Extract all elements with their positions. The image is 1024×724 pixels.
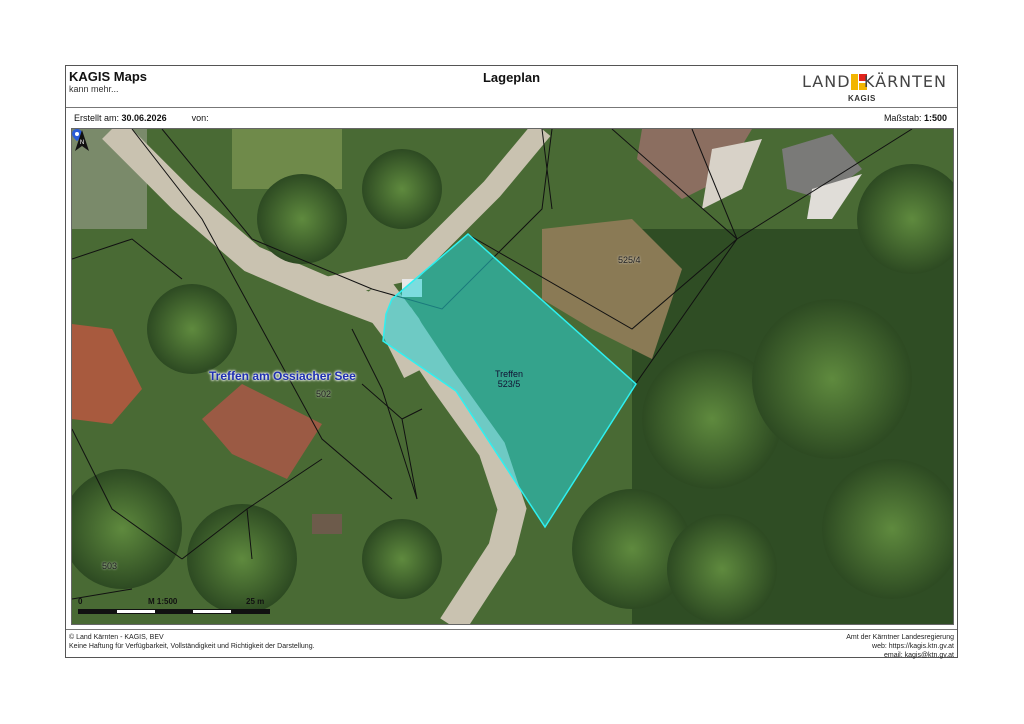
scale-value: 1:500 [923, 113, 947, 123]
aerial-map[interactable]: Treffen am Ossiacher See 525/4 502 503 T… [71, 128, 954, 625]
parcel-label-502: 502 [316, 389, 332, 399]
logo-subtext: KAGIS [848, 94, 876, 103]
scale-start-label: 0 [78, 597, 83, 606]
scale-bar-graphic [78, 609, 270, 614]
footer: © Land Kärnten - KAGIS, BEV Keine Haftun… [66, 631, 957, 659]
target-name: Treffen [495, 369, 524, 379]
meta-created: Erstellt am: 30.06.2026 von: [74, 113, 209, 123]
created-date: 30.06.2026 [121, 113, 167, 123]
by-label: von: [191, 113, 209, 123]
scale-end-label: 25 m [246, 597, 265, 606]
scale-middle-label: M 1:500 [148, 597, 178, 606]
scale-bar: 0 M 1:500 25 m [78, 597, 278, 617]
footer-divider [66, 629, 957, 630]
scale-label: Maßstab: [883, 113, 922, 123]
footer-email[interactable]: email: kagis@ktn.gv.at [846, 651, 954, 660]
target-label: Treffen 523/5 [495, 369, 523, 389]
parcel-label-503: 503 [102, 561, 118, 571]
logo-text-land: LAND [802, 72, 851, 91]
footer-office: Amt der Kärntner Landesregierung [846, 634, 954, 641]
footer-left: © Land Kärnten - KAGIS, BEV Keine Haftun… [69, 633, 315, 651]
parcel-label-525-4: 525/4 [618, 255, 641, 265]
logo-text-kaernten: KÄRNTEN [863, 72, 947, 91]
footer-disclaimer: Keine Haftung für Verfügbarkeit, Vollstä… [69, 643, 315, 650]
land-kaernten-logo: LAND KÄRNTEN KAGIS [802, 70, 947, 104]
north-arrow-icon: N [75, 130, 89, 151]
map-sheet: KAGIS Maps kann mehr... Lageplan LAND KÄ… [65, 65, 958, 659]
app-subtitle: kann mehr... [69, 84, 119, 94]
place-label: Treffen am Ossiacher See [209, 369, 356, 383]
meta-scale: Maßstab: 1:500 [884, 113, 947, 123]
footer-right: Amt der Kärntner Landesregierung web: ht… [846, 633, 954, 660]
created-label: Erstellt am: [74, 113, 120, 123]
svg-text:N: N [80, 140, 84, 146]
header: KAGIS Maps kann mehr... Lageplan LAND KÄ… [66, 66, 957, 108]
meta-row: Erstellt am: 30.06.2026 von: Maßstab: 1:… [66, 108, 957, 128]
footer-copyright: © Land Kärnten - KAGIS, BEV [69, 634, 164, 641]
footer-web[interactable]: web: https://kagis.ktn.gv.at [846, 642, 954, 651]
target-parcel: 523/5 [497, 379, 521, 389]
